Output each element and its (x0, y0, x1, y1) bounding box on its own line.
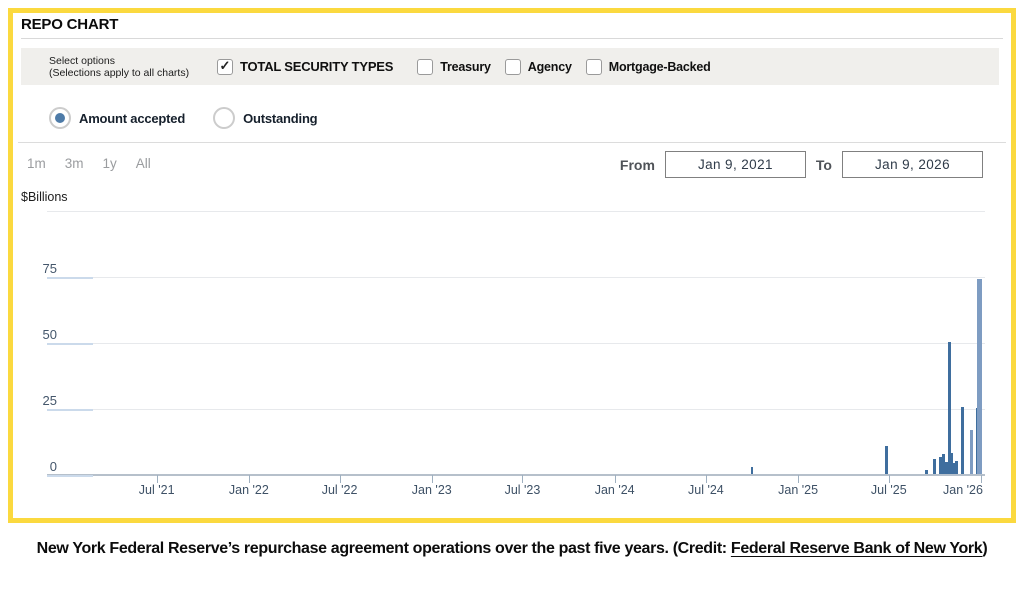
bar-2025-12-13[interactable] (970, 430, 973, 474)
x-tick-mark (340, 475, 341, 483)
x-axis-label: Jan '22 (229, 483, 269, 497)
select-options-line1: Select options (49, 55, 209, 67)
gridline-0 (47, 474, 985, 476)
x-tick-mark (432, 475, 433, 483)
x-tick-mark (615, 475, 616, 483)
x-tick-mark (889, 475, 890, 483)
range-row: 1m 3m 1y All From To (13, 151, 1011, 181)
gridline-100 (47, 211, 985, 212)
y-tick-underline (47, 409, 93, 411)
bar-2025-09-14[interactable] (925, 470, 928, 474)
unchecked-checkbox-icon[interactable] (586, 59, 602, 75)
to-date-input[interactable] (842, 151, 983, 178)
unchecked-checkbox-icon[interactable] (505, 59, 521, 75)
date-range-controls: From To (610, 151, 983, 178)
checkbox-total-security-types[interactable]: TOTAL SECURITY TYPES (217, 59, 403, 75)
radio-label: Outstanding (243, 111, 317, 126)
range-button-1m[interactable]: 1m (27, 156, 46, 171)
y-axis-label-0: 0 (31, 459, 57, 474)
bar-2025-06-26[interactable] (885, 446, 888, 474)
gridline-50 (47, 343, 985, 344)
range-button-1y[interactable]: 1y (103, 156, 117, 171)
checkbox-group: TOTAL SECURITY TYPES Treasury Agency Mortga… (217, 59, 725, 75)
x-axis-label: Jul '25 (871, 483, 907, 497)
y-tick-underline (47, 475, 93, 477)
x-tick-mark (249, 475, 250, 483)
x-tick-mark (157, 475, 158, 483)
x-axis-label: Jan '24 (595, 483, 635, 497)
screen: REPO CHART Select options (Selections ap… (0, 0, 1024, 600)
image-caption: New York Federal Reserve’s repurchase ag… (12, 536, 1012, 562)
checkbox-agency[interactable]: Agency (505, 59, 572, 75)
y-tick-underline (47, 343, 93, 345)
x-tick-mark (522, 475, 523, 483)
page-title: REPO CHART (21, 16, 118, 33)
select-options-line2: (Selections apply to all charts) (49, 67, 209, 79)
series-divider (18, 142, 1006, 143)
caption-text-end: ) (982, 540, 987, 557)
bar-2025-11-13[interactable] (955, 461, 958, 474)
radio-label: Amount accepted (79, 111, 185, 126)
range-button-group: 1m 3m 1y All (27, 156, 170, 171)
checked-checkbox-icon[interactable] (217, 59, 233, 75)
radio-amount-accepted[interactable]: Amount accepted (49, 107, 185, 129)
x-tick-mark (798, 475, 799, 483)
title-divider (21, 38, 1003, 39)
repo-chart-widget: REPO CHART Select options (Selections ap… (8, 8, 1016, 523)
plot-area: 0255075Jul '21Jan '22Jul '22Jan '23Jul '… (47, 211, 985, 475)
y-tick-underline (47, 277, 93, 279)
checkbox-label: Treasury (440, 60, 491, 74)
x-tick-mark (706, 475, 707, 483)
checkbox-label: Agency (528, 60, 572, 74)
security-type-options-band: Select options (Selections apply to all … (21, 48, 999, 85)
from-label: From (620, 157, 655, 173)
y-axis-label-50: 50 (31, 327, 57, 342)
unchecked-checkbox-icon[interactable] (417, 59, 433, 75)
x-axis-label: Jul '22 (322, 483, 358, 497)
x-tick-mark (981, 475, 982, 483)
gridline-25 (47, 409, 985, 410)
gridline-75 (47, 277, 985, 278)
checkbox-label: TOTAL SECURITY TYPES (240, 59, 393, 74)
checkbox-label: Mortgage-Backed (609, 60, 711, 74)
radio-unselected-icon[interactable] (213, 107, 235, 129)
y-axis-units-label: $Billions (21, 190, 68, 204)
checkbox-treasury[interactable]: Treasury (417, 59, 491, 75)
bar-2024-10-01[interactable] (751, 467, 754, 474)
x-axis-label: Jan '25 (778, 483, 818, 497)
range-button-all[interactable]: All (136, 156, 151, 171)
select-options-label: Select options (Selections apply to all … (49, 55, 209, 79)
x-axis-label: Jan '26 (943, 483, 983, 497)
bar-2025-09-30[interactable] (933, 459, 936, 474)
bar-2025-12-30[interactable] (977, 279, 982, 474)
checkbox-mortgage-backed[interactable]: Mortgage-Backed (586, 59, 711, 75)
caption-text: New York Federal Reserve’s repurchase ag… (37, 540, 731, 557)
y-axis-label-25: 25 (31, 393, 57, 408)
x-axis-label: Jan '23 (412, 483, 452, 497)
x-axis-label: Jul '21 (139, 483, 175, 497)
radio-outstanding[interactable]: Outstanding (213, 107, 317, 129)
x-axis-label: Jul '23 (505, 483, 541, 497)
radio-selected-icon[interactable] (49, 107, 71, 129)
bar-2025-11-25[interactable] (961, 407, 964, 474)
from-date-input[interactable] (665, 151, 806, 178)
credit-link[interactable]: Federal Reserve Bank of New York (731, 540, 982, 557)
y-axis-label-75: 75 (31, 261, 57, 276)
to-label: To (816, 157, 832, 173)
range-button-3m[interactable]: 3m (65, 156, 84, 171)
series-toggle-group: Amount accepted Outstanding (21, 97, 317, 139)
x-axis-label: Jul '24 (688, 483, 724, 497)
